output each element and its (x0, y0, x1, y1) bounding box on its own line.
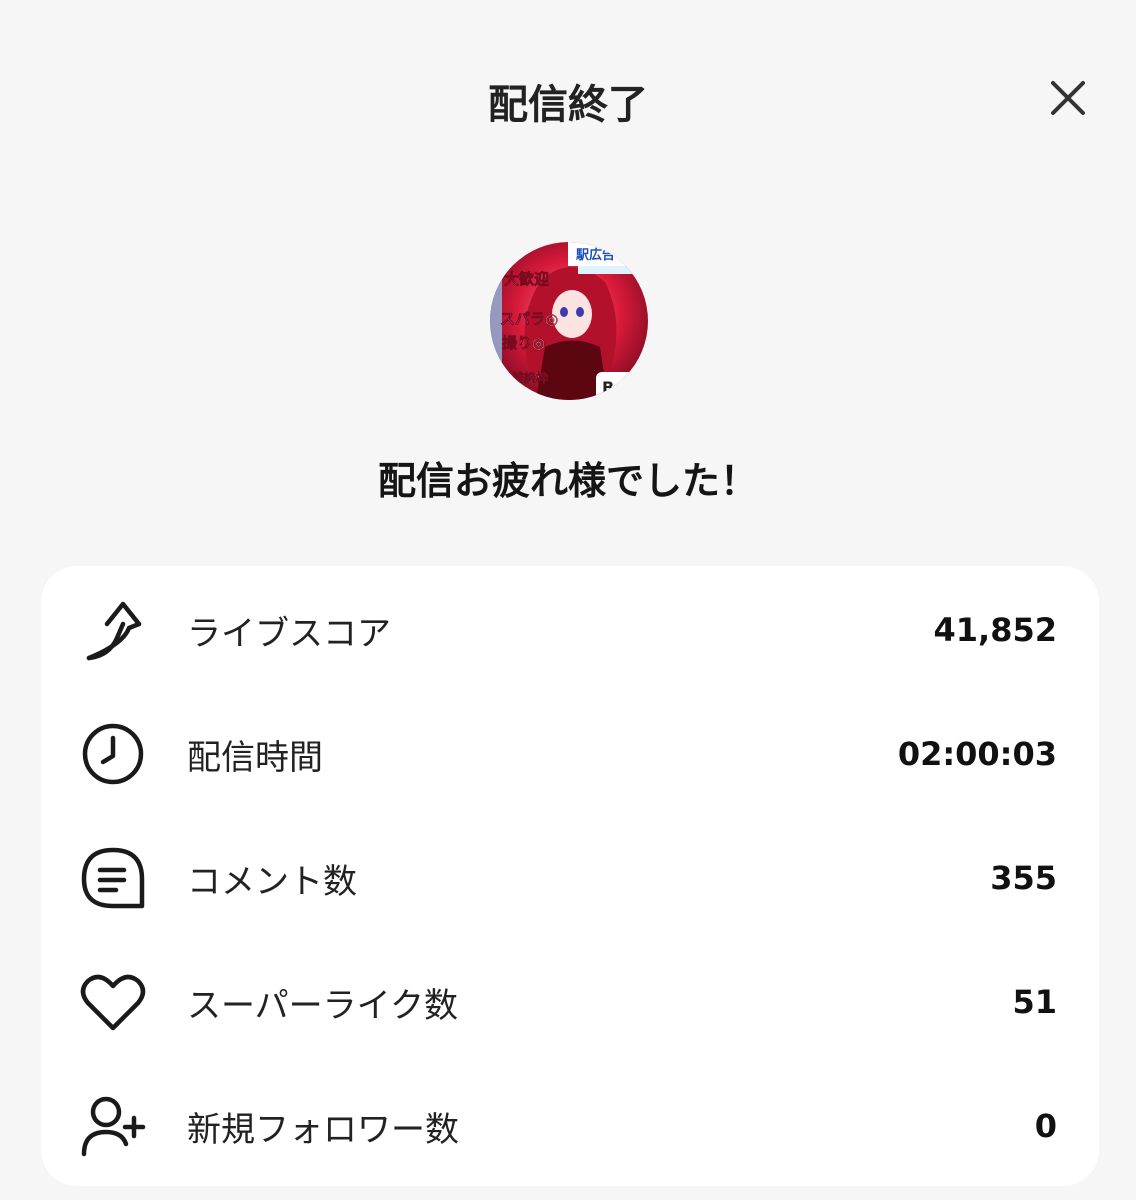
close-button[interactable] (1042, 74, 1094, 122)
avatar-text-2: スパラ◎ (500, 310, 558, 328)
stat-value: 51 (1012, 983, 1057, 1021)
completion-message: 配信お疲れ様でした！ (377, 459, 758, 503)
avatar-text-1: 大歓迎 (504, 270, 549, 288)
comment-icon (77, 842, 149, 914)
trending-arrow-icon (77, 594, 149, 666)
stat-label: 新規フォロワー数 (187, 1109, 459, 1150)
add-user-icon (77, 1090, 149, 1162)
avatar-sign-text: 駅広告 (575, 247, 615, 263)
stat-label: スーパーライク数 (187, 985, 458, 1026)
stat-row-new-followers: 新規フォロワー数 0 (41, 1064, 1099, 1188)
stream-ended-screen: 配信終了 駅広告 大歓迎 スパラ◎ 撮り◎ 雑談枠 Be 配信お疲れ様でした！ … (0, 0, 1136, 1200)
stat-row-comments: コメント数 355 (41, 816, 1099, 940)
stat-label: ライブスコア (187, 613, 391, 654)
stat-value: 0 (1034, 1107, 1057, 1145)
close-icon (1051, 81, 1085, 115)
page-title: 配信終了 (488, 82, 648, 128)
heart-icon (77, 966, 149, 1038)
stat-row-super-likes: スーパーライク数 51 (41, 940, 1099, 1064)
stat-label: コメント数 (187, 861, 357, 902)
avatar-text-4: 雑談枠 (511, 370, 548, 385)
stat-row-live-score: ライブスコア 41,852 (41, 568, 1099, 692)
clock-icon (77, 718, 149, 790)
header: 配信終了 (0, 0, 1136, 200)
stat-value: 355 (990, 859, 1057, 897)
stats-card: ライブスコア 41,852 配信時間 02:00:03 コメント数 355 スー… (41, 566, 1099, 1186)
stat-row-duration: 配信時間 02:00:03 (41, 692, 1099, 816)
stat-value: 41,852 (933, 611, 1057, 649)
stat-label: 配信時間 (187, 737, 323, 778)
stat-value: 02:00:03 (897, 735, 1057, 773)
avatar-badge-text: Be (602, 378, 625, 397)
avatar-text-3: 撮り◎ (502, 334, 545, 352)
avatar: 駅広告 大歓迎 スパラ◎ 撮り◎ 雑談枠 Be (490, 242, 648, 400)
